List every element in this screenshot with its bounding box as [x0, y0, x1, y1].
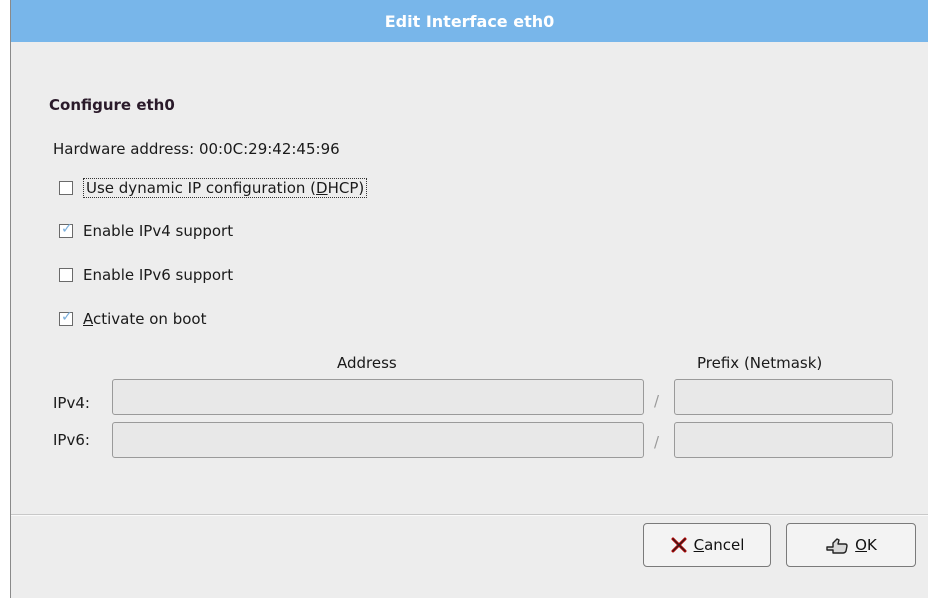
ipv4-label: Enable IPv4 support — [83, 222, 234, 240]
ipv4-slash: / — [654, 392, 660, 410]
ipv4-checkbox[interactable] — [59, 221, 73, 238]
activate-on-boot-checkbox[interactable] — [59, 309, 73, 326]
dhcp-label-mnemonic: D — [316, 179, 328, 197]
activate-on-boot-label: Activate on boot — [83, 310, 206, 328]
ipv6-prefix-input[interactable] — [674, 422, 893, 458]
address-column-header: Address — [337, 354, 397, 372]
dhcp-label-pre: Use dynamic IP configuration ( — [86, 179, 317, 197]
ok-rest: K — [866, 536, 877, 554]
hardware-address: Hardware address: 00:0C:29:42:45:96 — [53, 140, 340, 158]
dhcp-checkbox-row[interactable]: Use dynamic IP configuration (DHCP) — [59, 178, 368, 198]
ipv6-slash: / — [654, 433, 660, 451]
ipv6-address-input[interactable] — [112, 422, 644, 458]
ok-mnemonic: O — [855, 536, 867, 554]
ipv4-checkbox-row[interactable]: Enable IPv4 support — [59, 221, 234, 240]
dhcp-label: Use dynamic IP configuration (DHCP) — [83, 178, 368, 198]
ok-button[interactable]: OK — [786, 523, 916, 567]
ipv4-address-input[interactable] — [112, 379, 644, 415]
ipv4-row-label: IPv4: — [53, 394, 90, 412]
ipv6-checkbox-row[interactable]: Enable IPv6 support — [59, 266, 233, 284]
ipv6-row-label: IPv6: — [53, 431, 90, 449]
button-separator — [11, 514, 928, 516]
activate-label-post: ctivate on boot — [93, 310, 207, 328]
cancel-x-icon — [670, 536, 688, 554]
cancel-button[interactable]: Cancel — [643, 523, 771, 567]
dhcp-label-post: HCP) — [327, 179, 365, 197]
cancel-label: Cancel — [694, 536, 745, 554]
ipv4-prefix-input[interactable] — [674, 379, 893, 415]
cancel-rest: ancel — [704, 536, 745, 554]
ok-label: OK — [855, 536, 877, 554]
ipv6-checkbox[interactable] — [59, 268, 73, 282]
prefix-column-header: Prefix (Netmask) — [697, 354, 823, 372]
edit-interface-dialog: Edit Interface eth0 Configure eth0 Hardw… — [10, 0, 928, 598]
dhcp-checkbox[interactable] — [59, 181, 73, 195]
dialog-title: Edit Interface eth0 — [11, 0, 928, 42]
section-title: Configure eth0 — [49, 96, 175, 114]
activate-on-boot-row[interactable]: Activate on boot — [59, 309, 206, 328]
ok-hand-icon — [825, 535, 849, 555]
activate-label-mnemonic: A — [83, 310, 93, 328]
ipv6-label: Enable IPv6 support — [83, 266, 234, 284]
cancel-mnemonic: C — [693, 536, 705, 554]
